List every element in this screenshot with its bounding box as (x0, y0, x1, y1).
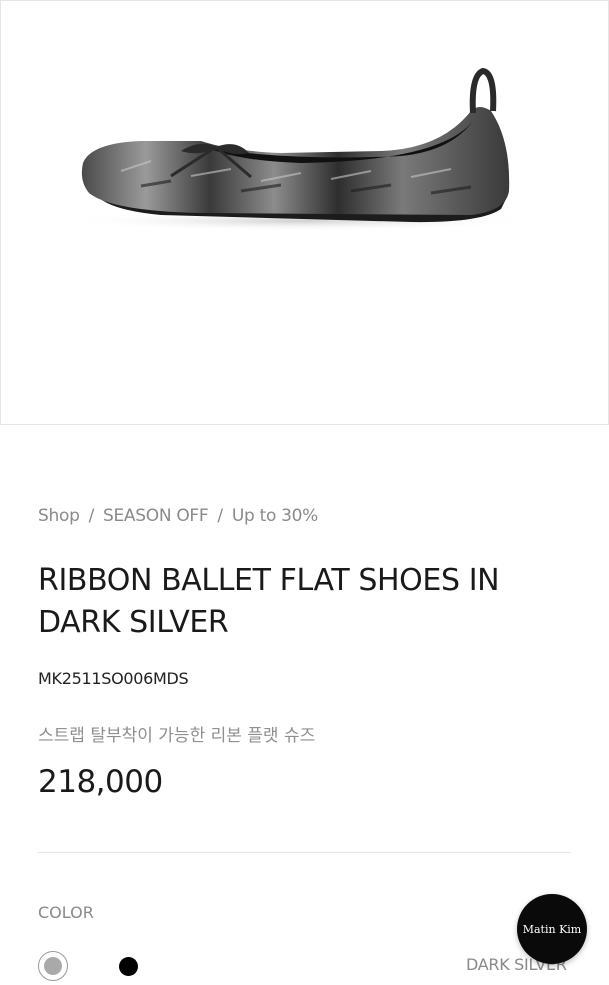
product-shoe-image (61, 67, 541, 231)
breadcrumb-separator: / (88, 506, 95, 526)
breadcrumb: Shop / SEASON OFF / Up to 30% (38, 506, 318, 526)
brand-chat-button[interactable]: Matin Kim (517, 894, 587, 964)
breadcrumb-season-off[interactable]: SEASON OFF (103, 506, 209, 526)
color-label: COLOR (38, 903, 94, 922)
color-swatch-dark-silver[interactable] (38, 951, 68, 981)
product-code: MK2511SO006MDS (38, 669, 189, 688)
product-subtitle: 스트랩 탈부착이 가능한 리본 플랫 슈즈 (38, 726, 316, 746)
breadcrumb-separator: / (217, 506, 223, 526)
breadcrumb-shop[interactable]: Shop (38, 506, 80, 526)
product-title: RIBBON BALLET FLAT SHOES IN DARK SILVER (38, 563, 500, 640)
color-swatch-black[interactable] (119, 957, 138, 976)
divider (38, 852, 571, 853)
product-price: 218,000 (38, 764, 163, 800)
swatch-fill (43, 956, 62, 975)
product-image-area (0, 0, 609, 425)
breadcrumb-up-to-30[interactable]: Up to 30% (232, 506, 319, 526)
